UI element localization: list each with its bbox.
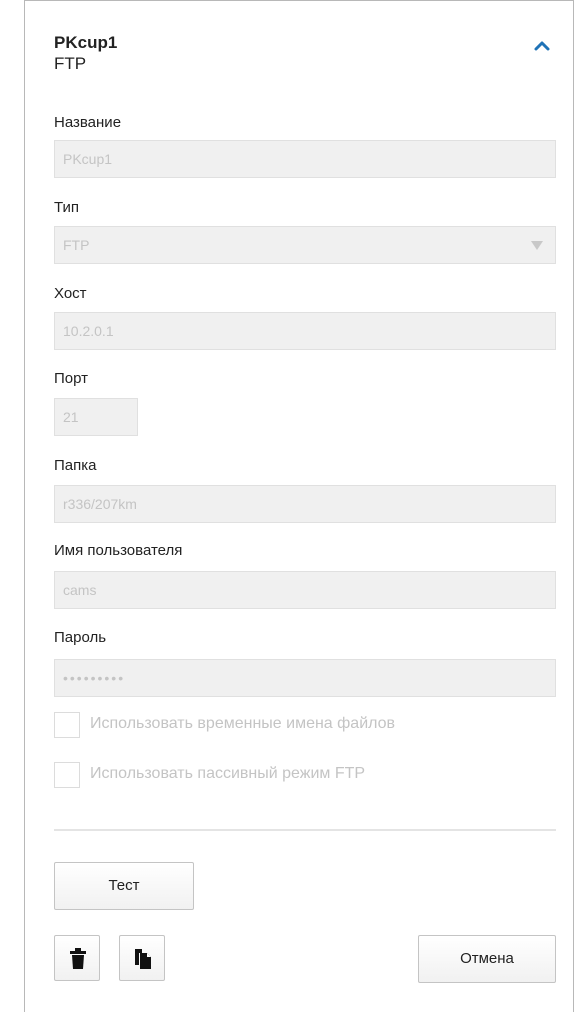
type-label: Тип [54,199,80,216]
host-field[interactable]: 10.2.0.1 [54,312,556,350]
type-select-value: FTP [63,237,90,253]
folder-field[interactable]: r336/207km [54,485,556,523]
trash-icon [70,948,86,969]
chevron-up-icon [534,41,550,51]
divider [54,829,556,831]
test-button[interactable]: Тест [54,862,194,910]
type-select[interactable]: FTP [54,226,556,264]
delete-button[interactable] [54,935,100,981]
cancel-button[interactable]: Отмена [418,935,556,983]
username-label: Имя пользователя [54,542,183,559]
dropdown-arrow-icon [531,241,543,250]
password-label: Пароль [54,629,107,646]
copy-icon [135,949,151,969]
passive-mode-checkbox[interactable] [54,762,80,788]
ftp-settings-page: PKcup1 FTP Название PKcup1 Тип FTP Хост … [0,0,576,1012]
panel-title: PKcup1 [54,33,118,52]
host-label: Хост [54,285,87,302]
copy-button[interactable] [119,935,165,981]
temp-filenames-label: Использовать временные имена файлов [90,715,396,732]
username-field[interactable]: cams [54,571,556,609]
collapse-button[interactable] [528,34,556,56]
port-field[interactable]: 21 [54,398,138,436]
panel-subtitle: FTP [54,54,87,73]
password-field[interactable]: ••••••••• [54,659,556,697]
name-label: Название [54,114,122,131]
folder-label: Папка [54,457,97,474]
name-field[interactable]: PKcup1 [54,140,556,178]
passive-mode-label: Использовать пассивный режим FTP [90,765,366,782]
temp-filenames-checkbox[interactable] [54,712,80,738]
port-label: Порт [54,370,89,387]
